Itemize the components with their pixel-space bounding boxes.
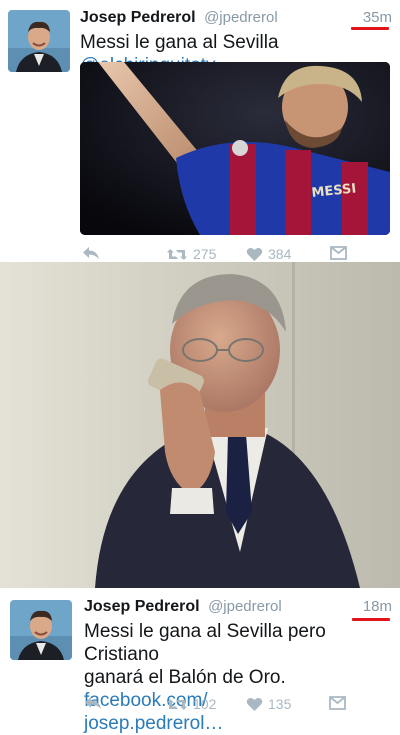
like-icon: [246, 247, 263, 262]
retweet-count: 102: [193, 696, 217, 712]
retweet-count: 275: [193, 246, 217, 262]
timestamp[interactable]: 35m: [363, 9, 392, 26]
dm-button[interactable]: [330, 246, 347, 260]
retweet-button[interactable]: 102: [166, 696, 216, 712]
retweet-button[interactable]: 275: [166, 246, 216, 262]
man-on-phone-photo: [0, 262, 400, 588]
tweet-text-line1: Messi le gana al Sevilla pero Cristiano: [84, 621, 326, 665]
author-name[interactable]: Josep Pedrerol: [84, 598, 200, 615]
tweet-text-body: Messi le gana al Sevilla: [80, 32, 279, 53]
author-handle[interactable]: @jpedrerol: [204, 9, 278, 26]
retweet-icon: [166, 697, 188, 712]
avatar[interactable]: [10, 600, 72, 660]
like-icon: [246, 697, 263, 712]
dm-icon: [329, 696, 346, 710]
like-button[interactable]: 384: [246, 246, 291, 262]
tweet-header: Josep Pedrerol @jpedrerol 18m: [84, 598, 392, 616]
reply-icon: [82, 246, 100, 260]
like-count: 135: [268, 696, 292, 712]
timestamp[interactable]: 18m: [363, 598, 392, 615]
avatar[interactable]: [8, 10, 70, 72]
reply-button[interactable]: [84, 696, 102, 710]
author-name[interactable]: Josep Pedrerol: [80, 9, 196, 26]
tweet-top[interactable]: Josep Pedrerol @jpedrerol 35m Messi le g…: [0, 0, 400, 262]
tweet-actions: 102 135: [84, 696, 390, 716]
dm-icon: [330, 246, 347, 260]
tweet-text-line2-prefix: ganará el Balón de Oro.: [84, 667, 286, 688]
reply-button[interactable]: [82, 246, 100, 260]
retweet-icon: [166, 247, 188, 262]
tweet-bottom[interactable]: Josep Pedrerol @jpedrerol 18m Messi le g…: [0, 588, 400, 734]
reply-icon: [84, 696, 102, 710]
like-button[interactable]: 135: [246, 696, 291, 712]
tweet-header: Josep Pedrerol @jpedrerol 35m: [80, 9, 392, 27]
author-handle[interactable]: @jpedrerol: [208, 598, 282, 615]
tweet-text: Messi le gana al Sevilla pero Cristiano …: [84, 620, 384, 735]
like-count: 384: [268, 246, 292, 262]
dm-button[interactable]: [329, 696, 346, 710]
time-highlight-underline: [351, 27, 389, 30]
tweet-photo[interactable]: MESSI: [80, 62, 390, 235]
